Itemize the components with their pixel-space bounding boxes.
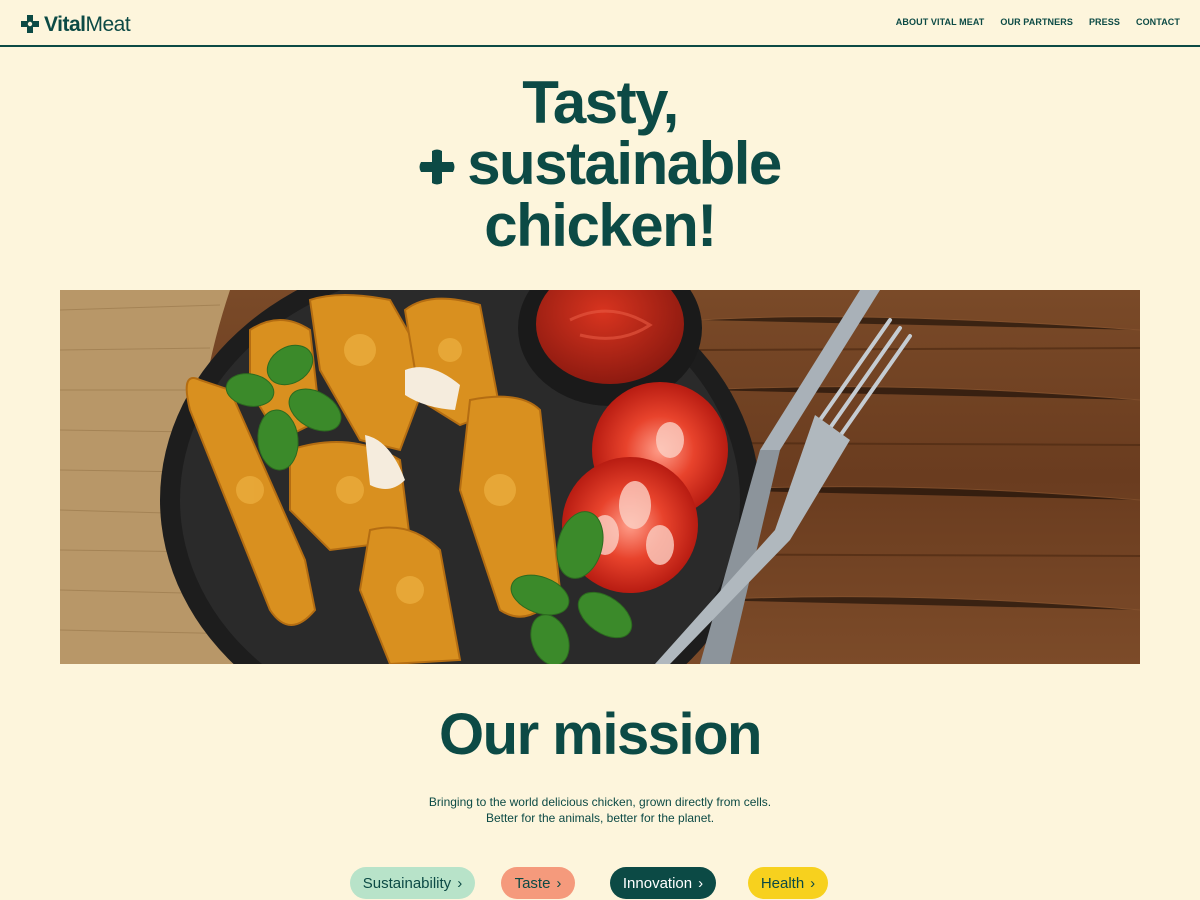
pill-sustainability[interactable]: Sustainability › [350,867,475,899]
nav-about[interactable]: ABOUT VITAL MEAT [896,17,985,27]
logo[interactable]: VitalMeat [20,12,131,36]
site-header: VitalMeat ABOUT VITAL MEAT OUR PARTNERS … [0,0,1200,47]
hero-line-1: Tasty, [522,69,679,136]
nav-partners[interactable]: OUR PARTNERS [1000,17,1073,27]
pill-label: Sustainability [362,874,452,892]
main-nav: ABOUT VITAL MEAT OUR PARTNERS PRESS CONT… [896,17,1180,27]
hero-line-2: sustainable [467,130,782,197]
pill-taste[interactable]: Taste › [501,867,575,899]
hero-food-image [60,290,1140,664]
hero-title: Tasty, sustainable chicken! [0,72,1200,256]
pill-label: Taste [514,874,551,892]
chevron-right-icon: › [810,874,816,892]
logo-text: VitalMeat [44,12,131,36]
pill-label: Innovation [622,874,693,892]
chevron-right-icon: › [698,874,704,892]
chevron-right-icon: › [556,874,562,892]
hero-line-3: chicken! [484,191,717,259]
topic-pills: Sustainability › Taste › Innovation › He… [0,867,1200,899]
nav-contact[interactable]: CONTACT [1136,17,1180,27]
mission-title: Our mission [439,702,762,767]
logo-cross-icon [21,15,39,33]
pill-label: Health [760,874,805,892]
chevron-right-icon: › [457,874,463,892]
nav-press[interactable]: PRESS [1089,17,1120,27]
mission-text: Bringing to the world delicious chicken,… [428,795,772,825]
chicken-plate-illustration [60,290,1140,664]
plus-icon [419,149,455,184]
pill-health[interactable]: Health › [748,867,828,899]
pill-innovation[interactable]: Innovation › [610,867,716,899]
